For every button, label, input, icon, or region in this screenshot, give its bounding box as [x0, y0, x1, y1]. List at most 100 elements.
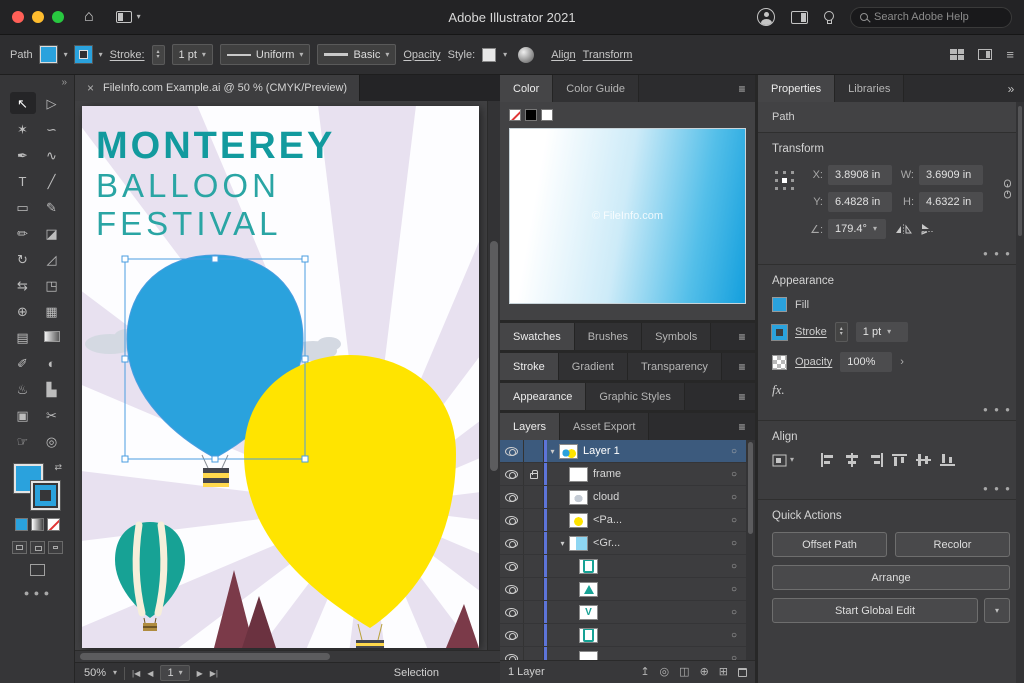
- panel-menu-icon[interactable]: ≡: [729, 323, 755, 350]
- more-options-button[interactable]: ● ● ●: [983, 405, 1012, 414]
- gradient-chip[interactable]: [31, 518, 44, 531]
- search-input[interactable]: [874, 11, 1016, 23]
- opacity-field[interactable]: 100%: [840, 352, 892, 372]
- horizontal-scrollbar-thumb[interactable]: [80, 653, 330, 660]
- tab-stroke[interactable]: Stroke: [500, 353, 559, 380]
- next-artboard-icon[interactable]: ▶: [197, 669, 203, 678]
- visibility-toggle[interactable]: [500, 440, 524, 462]
- align-link[interactable]: Align: [551, 49, 575, 61]
- artboard[interactable]: MONTEREY BALLOON FESTIVAL: [82, 106, 479, 648]
- lock-toggle[interactable]: [524, 624, 544, 646]
- selection-tool[interactable]: ↖: [10, 92, 36, 114]
- lock-toggle[interactable]: [524, 509, 544, 531]
- lock-toggle[interactable]: [524, 601, 544, 623]
- swap-fill-stroke-icon[interactable]: ⇄: [54, 462, 62, 473]
- poster-artwork[interactable]: MONTEREY BALLOON FESTIVAL: [82, 106, 479, 648]
- document-tab[interactable]: × FileInfo.com Example.ai @ 50 % (CMYK/P…: [75, 75, 360, 101]
- horizontal-scrollbar[interactable]: [75, 650, 500, 662]
- panel-menu-icon[interactable]: ≡: [729, 75, 755, 102]
- target-icon[interactable]: ○: [725, 607, 743, 618]
- close-document-icon[interactable]: ×: [87, 81, 94, 95]
- symbol-sprayer-tool[interactable]: ♨: [10, 378, 36, 400]
- width-tool[interactable]: ⇆: [10, 274, 36, 296]
- none-chip[interactable]: [47, 518, 60, 531]
- expand-toolbar-icon[interactable]: »: [61, 77, 67, 88]
- curvature-tool[interactable]: ∿: [39, 144, 65, 166]
- stroke-panel-link[interactable]: Stroke: [795, 326, 827, 338]
- screen-mode-icon[interactable]: [30, 564, 45, 576]
- stepper-down-icon[interactable]: ▾: [157, 55, 160, 60]
- h-field[interactable]: 4.6322 in: [919, 192, 983, 212]
- layers-scrollbar-thumb[interactable]: [748, 442, 753, 534]
- layer-row[interactable]: ▾<Gr...○: [500, 532, 755, 555]
- effects-fx-icon[interactable]: fx.: [772, 382, 785, 398]
- eraser-tool[interactable]: ◪: [39, 222, 65, 244]
- stroke-panel-link[interactable]: Stroke:: [110, 49, 145, 61]
- scale-tool[interactable]: ◿: [39, 248, 65, 270]
- account-icon[interactable]: [757, 8, 775, 26]
- align-to-dropdown[interactable]: ▾: [772, 454, 794, 467]
- arrange-button[interactable]: Arrange: [772, 565, 1010, 590]
- menu-icon[interactable]: ≡: [1006, 47, 1014, 62]
- layer-row[interactable]: frame○: [500, 463, 755, 486]
- slice-tool[interactable]: ✂: [39, 404, 65, 426]
- panel-menu-icon[interactable]: ≡: [729, 383, 755, 410]
- align-left-icon[interactable]: [820, 453, 836, 467]
- target-icon[interactable]: ○: [725, 561, 743, 572]
- zoom-level[interactable]: 50%: [84, 667, 106, 679]
- recolor-artwork-icon[interactable]: [518, 47, 534, 63]
- stroke-weight-dropdown[interactable]: 1 pt ▾: [172, 44, 213, 65]
- offset-path-button[interactable]: Offset Path: [772, 532, 887, 557]
- recolor-button[interactable]: Recolor: [895, 532, 1010, 557]
- draw-inside-icon[interactable]: [48, 541, 63, 554]
- layer-row[interactable]: ○: [500, 624, 755, 647]
- layer-name[interactable]: Layer 1: [583, 445, 620, 457]
- zoom-window-button[interactable]: [52, 11, 64, 23]
- visibility-toggle[interactable]: [500, 647, 524, 660]
- color-spectrum[interactable]: © FileInfo.com: [509, 128, 746, 304]
- layer-row[interactable]: cloud○: [500, 486, 755, 509]
- visibility-toggle[interactable]: [500, 601, 524, 623]
- artboard-tool[interactable]: ▣: [10, 404, 36, 426]
- flip-horizontal-button[interactable]: [895, 223, 912, 235]
- blend-tool[interactable]: ◐: [39, 352, 65, 374]
- white-swatch[interactable]: [541, 109, 553, 121]
- canvas[interactable]: MONTEREY BALLOON FESTIVAL: [75, 101, 500, 650]
- target-icon[interactable]: ○: [725, 446, 743, 457]
- brush-definition-dropdown[interactable]: Basic ▾: [317, 44, 396, 65]
- stroke-weight-stepper[interactable]: ▴ ▾: [835, 322, 848, 342]
- discover-bulb-icon[interactable]: [824, 11, 834, 21]
- hand-tool[interactable]: ☞: [10, 430, 36, 452]
- expander-icon[interactable]: ▾: [547, 447, 558, 456]
- column-graph-tool[interactable]: ▙: [39, 378, 65, 400]
- lock-toggle[interactable]: [524, 463, 544, 485]
- opacity-link[interactable]: Opacity: [403, 49, 440, 61]
- target-icon[interactable]: ○: [725, 653, 743, 661]
- mesh-tool[interactable]: ▤: [10, 326, 36, 348]
- magic-wand-tool[interactable]: ✶: [10, 118, 36, 140]
- visibility-toggle[interactable]: [500, 486, 524, 508]
- tab-appearance[interactable]: Appearance: [500, 383, 586, 410]
- fill-color-swatch[interactable]: [40, 46, 57, 63]
- color-chip[interactable]: [15, 518, 28, 531]
- fill-label[interactable]: Fill: [795, 299, 809, 311]
- lock-toggle[interactable]: [524, 532, 544, 554]
- align-center-vertical-icon[interactable]: [916, 453, 932, 467]
- reference-point-selector[interactable]: [772, 168, 796, 192]
- vertical-scrollbar-thumb[interactable]: [490, 241, 498, 471]
- pen-tool[interactable]: ✒: [10, 144, 36, 166]
- tab-swatches[interactable]: Swatches: [500, 323, 575, 350]
- target-icon[interactable]: ○: [725, 584, 743, 595]
- stroke-weight-stepper[interactable]: ▴ ▾: [152, 45, 165, 65]
- black-swatch[interactable]: [525, 109, 537, 121]
- more-options-button[interactable]: ● ● ●: [983, 249, 1012, 258]
- line-segment-tool[interactable]: ╱: [39, 170, 65, 192]
- close-window-button[interactable]: [12, 11, 24, 23]
- tab-symbols[interactable]: Symbols: [642, 323, 711, 350]
- tab-libraries[interactable]: Libraries: [835, 75, 904, 102]
- layer-row[interactable]: ○: [500, 647, 755, 660]
- artboard-navigation-dropdown[interactable]: 1 ▾: [160, 665, 189, 681]
- lock-toggle[interactable]: [524, 555, 544, 577]
- layer-row[interactable]: ○: [500, 578, 755, 601]
- stroke-color-swatch[interactable]: [75, 46, 92, 63]
